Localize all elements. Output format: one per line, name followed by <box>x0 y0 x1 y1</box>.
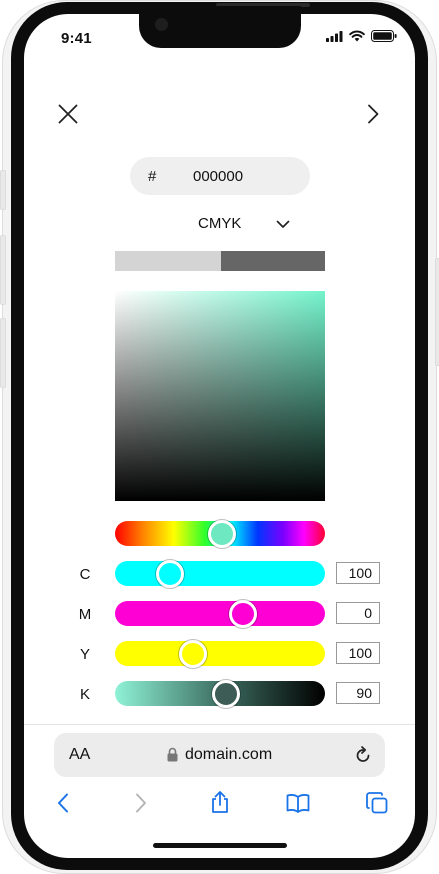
chevron-right-icon <box>368 104 379 124</box>
hex-value[interactable]: 000000 <box>193 168 243 185</box>
chevron-down-icon <box>276 220 290 228</box>
browser-toolbar-divider <box>24 724 415 725</box>
hex-prefix: # <box>148 168 157 185</box>
status-time: 9:41 <box>61 30 92 47</box>
tabs-icon <box>366 792 388 814</box>
channel-c-slider-knob[interactable] <box>155 560 184 588</box>
reload-icon <box>356 746 370 762</box>
color-mode-dropdown-button[interactable] <box>272 215 294 233</box>
channel-m-slider[interactable] <box>115 601 325 626</box>
channel-y-slider[interactable] <box>115 641 325 666</box>
browser-forward-button[interactable] <box>128 790 154 816</box>
device-volume-down <box>0 318 6 388</box>
text-size-button[interactable]: AA <box>69 746 90 764</box>
cellular-signal-icon <box>326 30 343 42</box>
reload-button[interactable] <box>352 744 374 766</box>
share-icon <box>212 791 228 813</box>
book-icon <box>286 794 310 813</box>
wifi-icon <box>349 30 365 42</box>
channel-y-slider-knob[interactable] <box>178 640 207 668</box>
chevron-right-icon <box>136 793 146 813</box>
next-button[interactable] <box>360 101 386 127</box>
close-button[interactable] <box>55 101 81 127</box>
channel-k-value-input[interactable]: 90 <box>336 682 380 704</box>
channel-c-label: C <box>79 566 91 583</box>
channel-y-label: Y <box>79 646 90 663</box>
device-volume-up <box>0 235 6 305</box>
device-power-button <box>435 258 439 366</box>
channel-m-value-input[interactable]: 0 <box>336 602 380 624</box>
color-mode-select[interactable]: CMYK <box>198 215 241 232</box>
lock-icon <box>167 747 178 762</box>
channel-k-label: K <box>79 686 90 703</box>
browser-back-button[interactable] <box>50 790 76 816</box>
home-indicator <box>153 843 287 848</box>
close-icon <box>58 104 78 124</box>
camera <box>155 18 168 31</box>
new-color-swatch <box>221 251 325 271</box>
channel-m-label: M <box>78 606 92 623</box>
channel-c-slider[interactable] <box>115 561 325 586</box>
bookmarks-button[interactable] <box>284 790 312 816</box>
channel-m-slider-knob[interactable] <box>229 600 258 628</box>
channel-c-value-input[interactable]: 100 <box>336 562 380 584</box>
url-text[interactable]: domain.com <box>185 746 272 764</box>
hue-slider-knob[interactable] <box>208 520 237 548</box>
tabs-button[interactable] <box>363 789 391 817</box>
battery-icon <box>371 30 397 42</box>
current-color-swatch <box>115 251 221 271</box>
chevron-left-icon <box>58 793 68 813</box>
share-button[interactable] <box>206 788 234 816</box>
status-icons <box>326 30 397 42</box>
device-mute-switch <box>0 170 6 210</box>
channel-y-value-input[interactable]: 100 <box>336 642 380 664</box>
saturation-value-picker[interactable] <box>115 291 325 501</box>
